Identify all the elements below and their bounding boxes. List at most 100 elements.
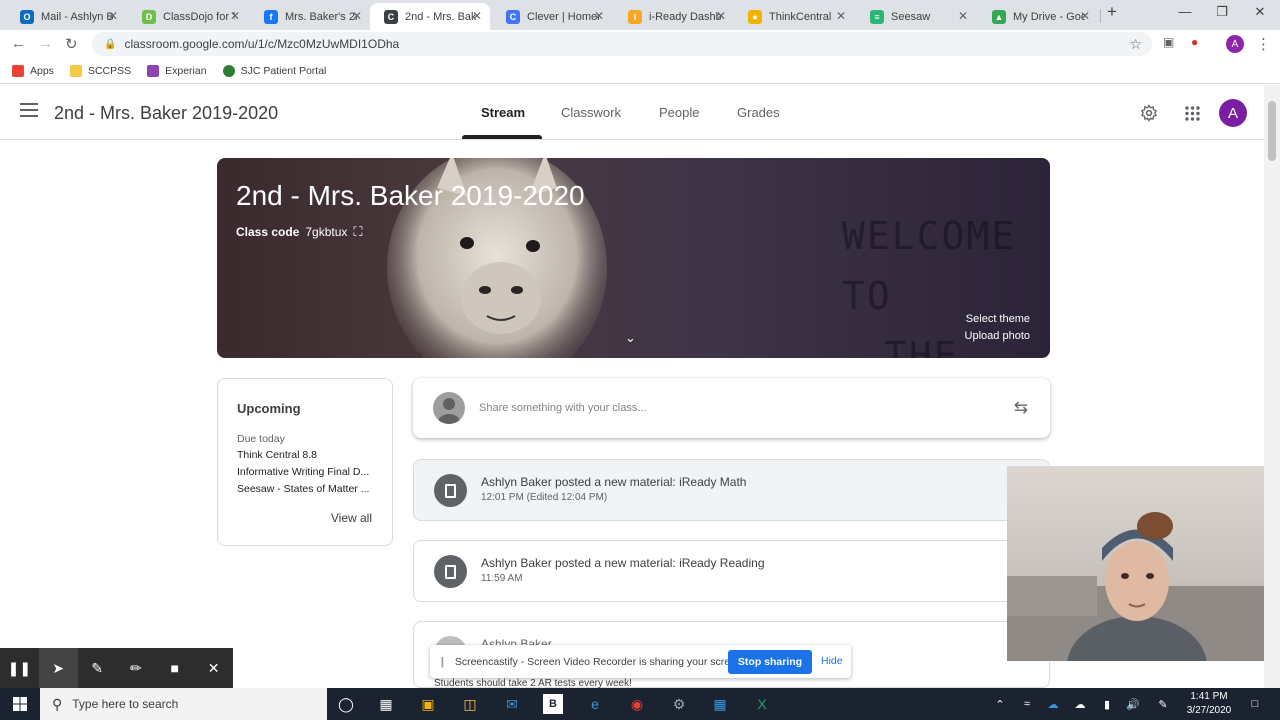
tab-close-icon[interactable]: ✕	[352, 9, 362, 23]
fullscreen-icon[interactable]: ⛶	[353, 224, 362, 240]
upcoming-item[interactable]: Informative Writing Final D...	[237, 466, 377, 478]
app-icon[interactable]: ▦	[710, 694, 730, 714]
share-box[interactable]: Share something with your class... ⇆	[413, 378, 1050, 438]
settings-gear-icon[interactable]	[1140, 104, 1158, 122]
extension-icon[interactable]: ▣	[1163, 35, 1174, 49]
battery-icon[interactable]: ▮	[1097, 694, 1117, 714]
taskbar-clock[interactable]: 1:41 PM 3/27/2020	[1184, 690, 1234, 718]
stop-sharing-button[interactable]: Stop sharing	[728, 650, 812, 674]
drag-handle-icon[interactable]: ❙	[438, 656, 447, 668]
tab-close-icon[interactable]: ✕	[230, 9, 240, 23]
browser-tab[interactable]: i i-Ready Dashbo ✕	[614, 3, 734, 30]
reload-icon[interactable]: ↻	[65, 35, 78, 53]
user-avatar	[433, 392, 465, 424]
browser-tab[interactable]: ● ThinkCentral ✕	[734, 3, 854, 30]
notifications-icon[interactable]: □	[1245, 694, 1265, 714]
pause-icon[interactable]: ❚❚	[0, 648, 39, 688]
back-icon[interactable]: ←	[11, 35, 26, 52]
cortana-icon[interactable]: ◯	[336, 694, 356, 714]
tab-close-icon[interactable]: ✕	[108, 9, 118, 23]
select-theme-link[interactable]: Select theme	[966, 313, 1030, 325]
repost-icon[interactable]: ⇆	[1014, 398, 1028, 418]
browser-tab[interactable]: ▲ My Drive - Goo ✕	[978, 3, 1098, 30]
cursor-icon[interactable]: ➤	[38, 648, 78, 688]
excel-icon[interactable]: X	[752, 694, 772, 714]
tab-favicon-icon: i	[628, 9, 642, 24]
minimize-button[interactable]: —	[1165, 4, 1205, 19]
restore-button[interactable]: ❐	[1202, 4, 1242, 20]
upcoming-item[interactable]: Seesaw - States of Matter ...	[237, 483, 377, 495]
apps-grid-icon[interactable]	[1185, 106, 1200, 121]
tab-grades[interactable]: Grades	[737, 105, 780, 120]
scrollbar-thumb[interactable]	[1268, 101, 1276, 161]
taskbar-search[interactable]: ⚲ Type here to search	[40, 688, 327, 720]
highlighter-icon[interactable]: ✏	[116, 648, 155, 688]
account-avatar[interactable]: A	[1219, 99, 1247, 127]
tab-label: ClassDojo for T	[163, 10, 235, 23]
tab-close-icon[interactable]: ✕	[958, 9, 968, 23]
view-all-link[interactable]: View all	[331, 511, 372, 525]
page-scrollbar[interactable]	[1264, 85, 1280, 688]
tab-close-icon[interactable]: ✕	[472, 9, 482, 23]
close-window-button[interactable]: ✕	[1240, 4, 1280, 20]
store-icon[interactable]: ▣	[418, 694, 438, 714]
address-bar[interactable]: 🔒 classroom.google.com/u/1/c/Mzc0MzUwMDI…	[92, 32, 1152, 56]
stream-post[interactable]: Ashlyn Baker posted a new material: iRea…	[413, 540, 1050, 602]
network-icon[interactable]: ≈	[1017, 694, 1037, 714]
forward-icon[interactable]: →	[38, 35, 53, 52]
task-view-icon[interactable]: ▦	[376, 694, 396, 714]
tab-close-icon[interactable]: ✕	[594, 9, 604, 23]
tab-stream[interactable]: Stream	[481, 105, 525, 120]
onedrive-icon[interactable]: ☁	[1043, 694, 1063, 714]
app-icon[interactable]: ⚙	[669, 694, 689, 714]
search-placeholder: Type here to search	[72, 697, 179, 711]
bookmark-item[interactable]: Apps	[12, 64, 54, 77]
browser-tab[interactable]: C Clever | Homer ✕	[492, 3, 612, 30]
new-tab-button[interactable]: +	[1092, 2, 1132, 22]
tab-people[interactable]: People	[659, 105, 699, 120]
pen-ink-icon[interactable]: ✎	[1153, 694, 1173, 714]
tab-classwork[interactable]: Classwork	[561, 105, 621, 120]
browser-tab[interactable]: O Mail - Ashlyn B ✕	[6, 3, 126, 30]
windows-start-icon[interactable]	[13, 697, 27, 711]
tab-close-icon[interactable]: ✕	[716, 9, 726, 23]
class-code-label: Class code	[236, 225, 300, 239]
mail-icon[interactable]: ✉	[502, 694, 522, 714]
browser-tab[interactable]: C 2nd - Mrs. Bak ✕	[370, 3, 490, 30]
menu-icon[interactable]: ⋮	[1256, 35, 1271, 53]
pen-icon[interactable]: ✎	[78, 648, 117, 688]
hide-button[interactable]: Hide	[821, 655, 843, 667]
browser-tab[interactable]: ≡ Seesaw ✕	[856, 3, 976, 30]
app-icon[interactable]: B	[543, 694, 563, 714]
browser-tab[interactable]: f Mrs. Baker's 2n ✕	[250, 3, 370, 30]
tab-favicon-icon: D	[142, 9, 156, 24]
camera-icon[interactable]: ■	[155, 648, 194, 688]
bookmark-star-icon[interactable]: ☆	[1129, 36, 1142, 53]
volume-icon[interactable]: 🔊	[1123, 694, 1143, 714]
classroom-header: 2nd - Mrs. Baker 2019-2020 Stream Classw…	[0, 85, 1264, 140]
bookmark-item[interactable]: SJC Patient Portal	[222, 64, 326, 77]
cloud-icon[interactable]: ☁	[1070, 694, 1090, 714]
file-explorer-icon[interactable]: ◫	[460, 694, 480, 714]
profile-avatar[interactable]: A	[1226, 35, 1244, 53]
close-icon[interactable]: ✕	[194, 648, 233, 688]
upcoming-item[interactable]: Think Central 8.8	[237, 449, 377, 461]
chevron-up-icon[interactable]: ⌃	[990, 694, 1010, 714]
screencastify-toolbar: ❚❚ ➤ ✎ ✏ ■ ✕	[0, 648, 233, 688]
bookmark-item[interactable]: SCCPSS	[69, 64, 131, 77]
screencastify-extension-icon[interactable]: ●	[1191, 35, 1198, 49]
bookmark-icon	[222, 64, 235, 77]
bookmark-item[interactable]: Experian	[147, 64, 207, 77]
search-icon: ⚲	[52, 695, 63, 712]
hamburger-menu-icon[interactable]	[20, 103, 38, 121]
tab-close-icon[interactable]: ✕	[836, 9, 846, 23]
browser-tab[interactable]: D ClassDojo for T ✕	[128, 3, 248, 30]
tab-close-icon[interactable]: ✕	[1080, 9, 1090, 23]
chevron-down-icon[interactable]: ⌄	[625, 330, 636, 346]
edge-icon[interactable]: e	[585, 694, 605, 714]
upload-photo-link[interactable]: Upload photo	[965, 330, 1030, 342]
chrome-icon[interactable]: ◉	[627, 694, 647, 714]
class-code-value: 7gkbtux	[305, 225, 348, 239]
tab-label: Clever | Homer	[527, 10, 599, 23]
stream-post[interactable]: Ashlyn Baker posted a new material: iRea…	[413, 459, 1050, 521]
